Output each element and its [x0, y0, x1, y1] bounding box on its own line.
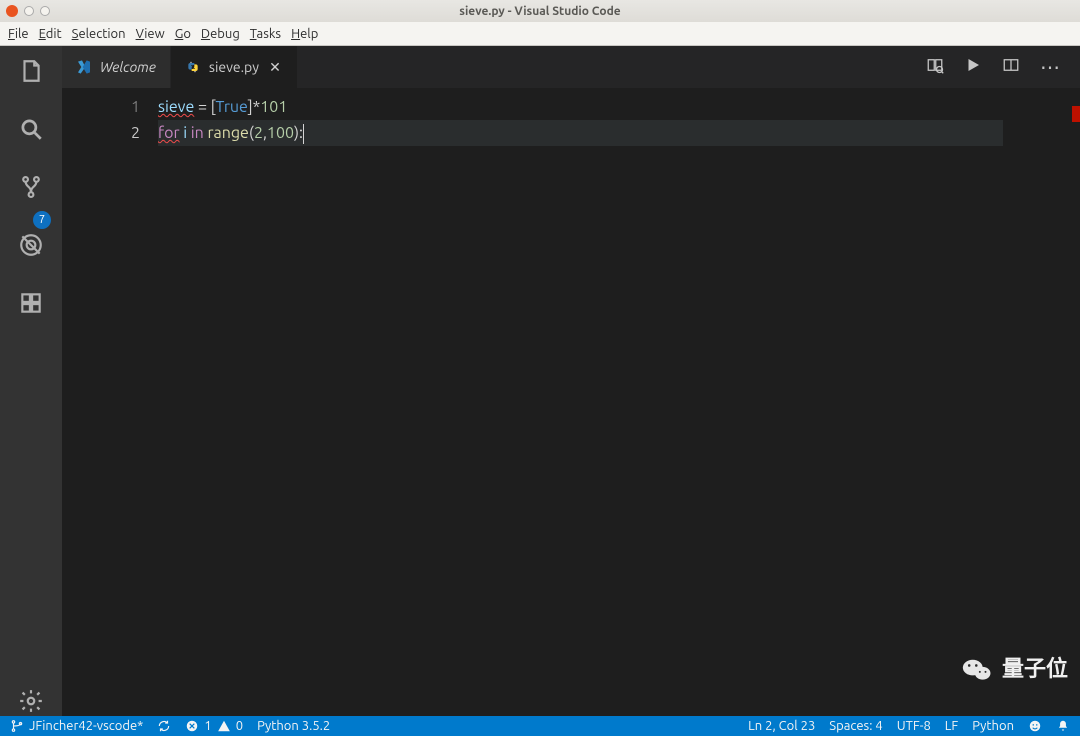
line-number: 2 [62, 120, 140, 146]
close-icon[interactable] [6, 5, 18, 17]
menu-go[interactable]: Go [175, 27, 191, 41]
code-line[interactable]: for i in range(2,100): [158, 120, 1003, 146]
status-sync[interactable] [157, 719, 171, 733]
status-encoding[interactable]: UTF-8 [897, 719, 931, 733]
status-bar: JFincher42-vscode* 1 0 Python 3.5.2 Ln 2… [0, 716, 1080, 736]
close-icon[interactable]: ✕ [267, 59, 283, 76]
debug-icon[interactable] [16, 230, 46, 260]
status-branch[interactable]: JFincher42-vscode* [10, 719, 143, 733]
menu-tasks[interactable]: Tasks [250, 27, 281, 41]
status-eol[interactable]: LF [945, 719, 958, 733]
menu-help[interactable]: Help [291, 27, 318, 41]
tabs-actions: ⋯ [926, 46, 1080, 88]
activity-bar: 7 [0, 46, 62, 716]
workbench: 7 Welcome sieve.py ✕ [0, 46, 1080, 716]
code-line[interactable]: sieve = [True]*101 [158, 94, 1003, 120]
status-bell[interactable] [1056, 719, 1070, 733]
watermark: 量子位 [960, 652, 1068, 686]
python-icon [185, 59, 201, 75]
menu-debug[interactable]: Debug [201, 27, 240, 41]
error-marker-icon[interactable] [1072, 106, 1080, 122]
minimize-icon[interactable] [24, 6, 34, 16]
menu-file[interactable]: File [8, 27, 29, 41]
status-feedback[interactable] [1028, 719, 1042, 733]
tab-label: Welcome [100, 59, 156, 75]
maximize-icon[interactable] [40, 6, 50, 16]
menubar: File Edit Selection View Go Debug Tasks … [0, 22, 1080, 46]
editor[interactable]: 1 2 sieve = [True]*101 for i in range(2,… [62, 88, 1080, 716]
status-python[interactable]: Python 3.5.2 [257, 719, 330, 733]
tab-label: sieve.py [209, 59, 259, 75]
status-position[interactable]: Ln 2, Col 23 [748, 719, 815, 733]
split-editor-icon[interactable] [1002, 56, 1020, 78]
tab-sievepy[interactable]: sieve.py ✕ [171, 46, 298, 88]
status-problems[interactable]: 1 0 [185, 719, 243, 733]
code[interactable]: sieve = [True]*101 for i in range(2,100)… [158, 88, 1003, 716]
overview-ruler[interactable] [1068, 88, 1080, 716]
line-number: 1 [62, 94, 140, 120]
extensions-icon[interactable] [16, 288, 46, 318]
minimap[interactable] [1003, 88, 1068, 716]
files-icon[interactable] [16, 56, 46, 86]
menu-selection[interactable]: Selection [72, 27, 126, 41]
window-title: sieve.py - Visual Studio Code [0, 5, 1080, 18]
split-diff-icon[interactable] [926, 56, 944, 78]
window-titlebar: sieve.py - Visual Studio Code [0, 0, 1080, 22]
search-icon[interactable] [16, 114, 46, 144]
watermark-text: 量子位 [1002, 656, 1068, 682]
status-language[interactable]: Python [972, 719, 1014, 733]
run-icon[interactable] [964, 56, 982, 78]
tab-welcome[interactable]: Welcome [62, 46, 171, 88]
tabs-bar: Welcome sieve.py ✕ ⋯ [62, 46, 1080, 88]
vscode-icon [76, 59, 92, 75]
scm-badge: 7 [33, 211, 51, 229]
menu-view[interactable]: View [136, 27, 165, 41]
menu-edit[interactable]: Edit [39, 27, 62, 41]
editor-area: Welcome sieve.py ✕ ⋯ 1 2 [62, 46, 1080, 716]
source-control-icon[interactable] [16, 172, 46, 202]
gear-icon[interactable] [16, 686, 46, 716]
wechat-icon [960, 652, 994, 686]
more-icon[interactable]: ⋯ [1040, 55, 1062, 79]
gutter: 1 2 [62, 88, 158, 716]
status-spaces[interactable]: Spaces: 4 [829, 719, 882, 733]
